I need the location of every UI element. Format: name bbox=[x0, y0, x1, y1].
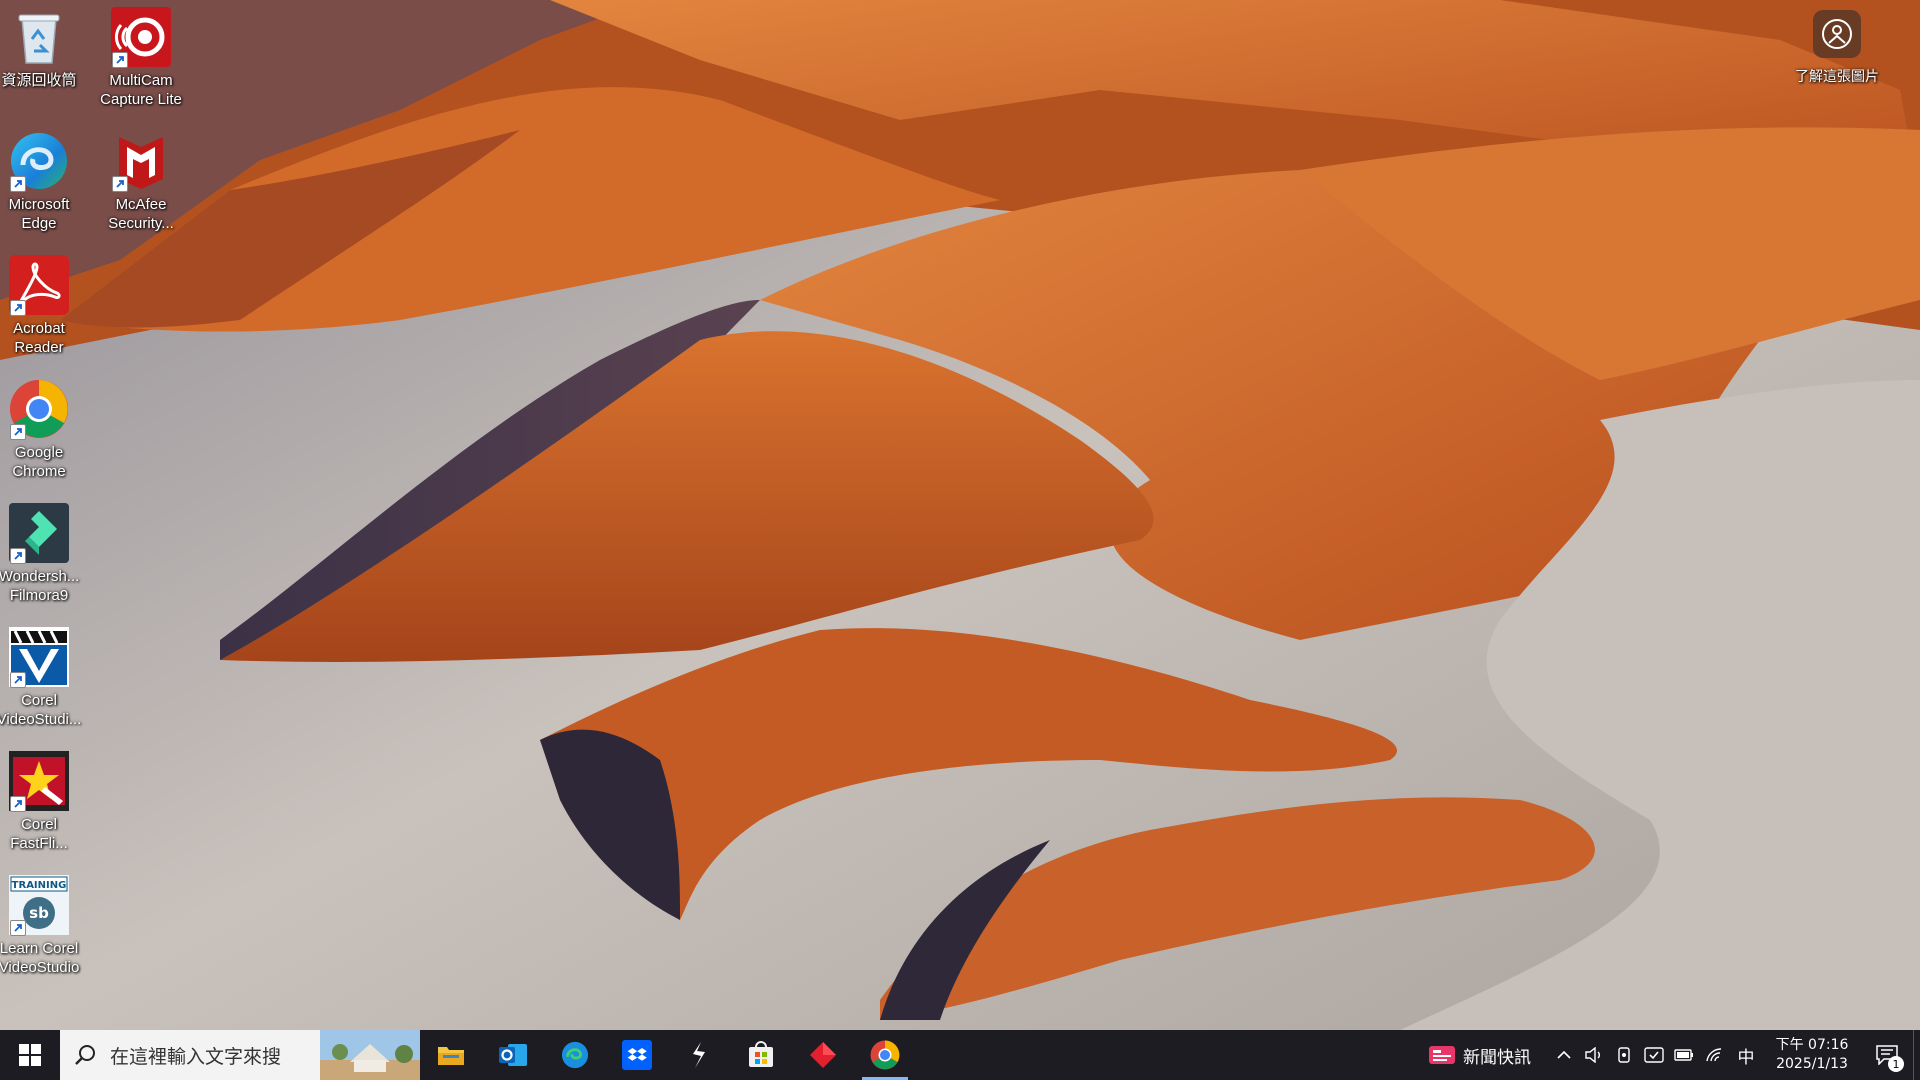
desktop-icon-edge[interactable]: Microsoft Edge bbox=[0, 124, 86, 242]
security-tray-button[interactable] bbox=[1639, 1030, 1669, 1080]
camera-info-icon bbox=[1813, 10, 1861, 58]
desktop-icon-recycle-bin[interactable]: 資源回收筒 bbox=[0, 0, 86, 118]
videostudio-icon bbox=[8, 626, 70, 688]
desktop-icon-label: Google Chrome bbox=[12, 444, 66, 480]
dropbox-icon bbox=[622, 1040, 652, 1070]
desktop-icon-videostudio[interactable]: Corel VideoStudi... bbox=[0, 620, 86, 738]
desktop-icon-label: MultiCam Capture Lite bbox=[100, 72, 182, 108]
news-widget[interactable]: 新聞快訊 bbox=[1421, 1030, 1549, 1080]
battery-button[interactable] bbox=[1669, 1030, 1699, 1080]
fastflick-icon bbox=[8, 750, 70, 812]
learn-about-picture-button[interactable]: 了解這張圖片 bbox=[1782, 10, 1892, 90]
svg-text:TRAINING: TRAINING bbox=[12, 880, 67, 891]
shortcut-arrow-icon bbox=[10, 176, 26, 192]
chrome-icon bbox=[870, 1040, 900, 1070]
chevron-up-icon bbox=[1557, 1050, 1571, 1059]
chrome-icon bbox=[8, 378, 70, 440]
device-tray-button[interactable] bbox=[1609, 1030, 1639, 1080]
shortcut-arrow-icon bbox=[10, 300, 26, 316]
desktop-icon-label: Acrobat Reader bbox=[13, 320, 65, 356]
show-hidden-icons-button[interactable] bbox=[1549, 1030, 1579, 1080]
desktop-icon-filmora[interactable]: Wondersh... Filmora9 bbox=[0, 496, 86, 614]
capcut-icon bbox=[693, 1042, 705, 1068]
security-center-icon bbox=[1644, 1047, 1664, 1063]
action-center-button[interactable]: 1 bbox=[1861, 1030, 1913, 1080]
shortcut-arrow-icon bbox=[10, 920, 26, 936]
clock-date: 2025/1/13 bbox=[1776, 1056, 1848, 1072]
desktop-icon-chrome[interactable]: Google Chrome bbox=[0, 372, 86, 490]
taskbar-file-explorer[interactable] bbox=[420, 1030, 482, 1080]
shortcut-arrow-icon bbox=[10, 424, 26, 440]
shortcut-arrow-icon bbox=[10, 796, 26, 812]
desktop-icon-learn-videostudio[interactable]: TRAINING sb Learn Corel VideoStudio bbox=[0, 868, 86, 986]
start-button[interactable] bbox=[0, 1030, 60, 1080]
training-icon: TRAINING sb bbox=[8, 874, 70, 936]
input-method-indicator[interactable]: 中 bbox=[1729, 1043, 1763, 1068]
system-tray: 新聞快訊 中 下午 07:16 2025/1/13 1 bbox=[1421, 1030, 1920, 1080]
desktop-icon-label: Learn Corel VideoStudio bbox=[0, 940, 80, 976]
wifi-icon bbox=[1706, 1048, 1722, 1062]
taskbar-dropbox[interactable] bbox=[606, 1030, 668, 1080]
news-label: 新聞快訊 bbox=[1463, 1047, 1531, 1068]
desktop-icon-label: Corel FastFli... bbox=[10, 816, 68, 852]
network-button[interactable] bbox=[1699, 1030, 1729, 1080]
search-placeholder: 在這裡輸入文字來搜 bbox=[110, 1045, 282, 1068]
desktop-icon-mcafee[interactable]: McAfee Security... bbox=[94, 124, 188, 242]
edge-icon bbox=[561, 1041, 589, 1069]
taskbar-microsoft-store[interactable] bbox=[730, 1030, 792, 1080]
taskbar-edge[interactable] bbox=[544, 1030, 606, 1080]
mcafee-icon bbox=[110, 130, 172, 192]
device-icon bbox=[1618, 1047, 1630, 1063]
svg-text:sb: sb bbox=[29, 904, 49, 922]
news-icon bbox=[1429, 1046, 1455, 1064]
desktop-icon-acrobat[interactable]: Acrobat Reader bbox=[0, 248, 86, 366]
taskbar-capcut[interactable] bbox=[668, 1030, 730, 1080]
shortcut-arrow-icon bbox=[112, 176, 128, 192]
show-desktop-button[interactable] bbox=[1913, 1030, 1920, 1080]
taskbar-outlook[interactable] bbox=[482, 1030, 544, 1080]
acrobat-icon bbox=[8, 254, 70, 316]
learn-about-picture-label: 了解這張圖片 bbox=[1795, 69, 1879, 85]
taskbar-search-box[interactable]: 在這裡輸入文字來搜 bbox=[60, 1030, 420, 1080]
desktop-icon-label: 資源回收筒 bbox=[1, 72, 77, 89]
search-icon bbox=[75, 1045, 95, 1065]
edge-icon bbox=[8, 130, 70, 192]
volume-button[interactable] bbox=[1579, 1030, 1609, 1080]
microsoft-store-icon bbox=[749, 1041, 773, 1067]
desktop-icon-multicam[interactable]: MultiCam Capture Lite bbox=[94, 0, 188, 118]
recycle-bin-icon bbox=[8, 6, 70, 68]
desktop-icon-label: Corel VideoStudi... bbox=[0, 692, 82, 728]
desktop-icon-fastflick[interactable]: Corel FastFli... bbox=[0, 744, 86, 862]
shortcut-arrow-icon bbox=[112, 52, 128, 68]
red-diamond-app-icon bbox=[810, 1042, 836, 1068]
taskbar-red-diamond-app[interactable] bbox=[792, 1030, 854, 1080]
outlook-icon bbox=[499, 1044, 527, 1066]
shortcut-arrow-icon bbox=[10, 672, 26, 688]
battery-icon bbox=[1674, 1049, 1693, 1061]
taskbar-clock[interactable]: 下午 07:16 2025/1/13 bbox=[1763, 1030, 1861, 1080]
search-highlight-image bbox=[320, 1030, 420, 1080]
desktop-icon-area: 資源回收筒 MultiCam Capture Lite Microsoft Ed… bbox=[0, 0, 1920, 1030]
desktop-icon-label: Wondersh... Filmora9 bbox=[0, 568, 80, 604]
clock-time: 下午 07:16 bbox=[1775, 1037, 1849, 1053]
notification-count-badge: 1 bbox=[1888, 1056, 1904, 1072]
taskbar: 在這裡輸入文字來搜 新聞快訊 中 下午 07:16 2025/1/13 1 bbox=[0, 1030, 1920, 1080]
windows-logo-icon bbox=[19, 1044, 41, 1066]
filmora-icon bbox=[8, 502, 70, 564]
speaker-icon bbox=[1585, 1047, 1600, 1063]
shortcut-arrow-icon bbox=[10, 548, 26, 564]
desktop-icon-label: McAfee Security... bbox=[108, 196, 174, 232]
file-explorer-icon bbox=[438, 1047, 464, 1065]
taskbar-chrome[interactable] bbox=[854, 1030, 916, 1080]
multicam-icon bbox=[110, 6, 172, 68]
desktop-icon-label: Microsoft Edge bbox=[8, 196, 70, 232]
